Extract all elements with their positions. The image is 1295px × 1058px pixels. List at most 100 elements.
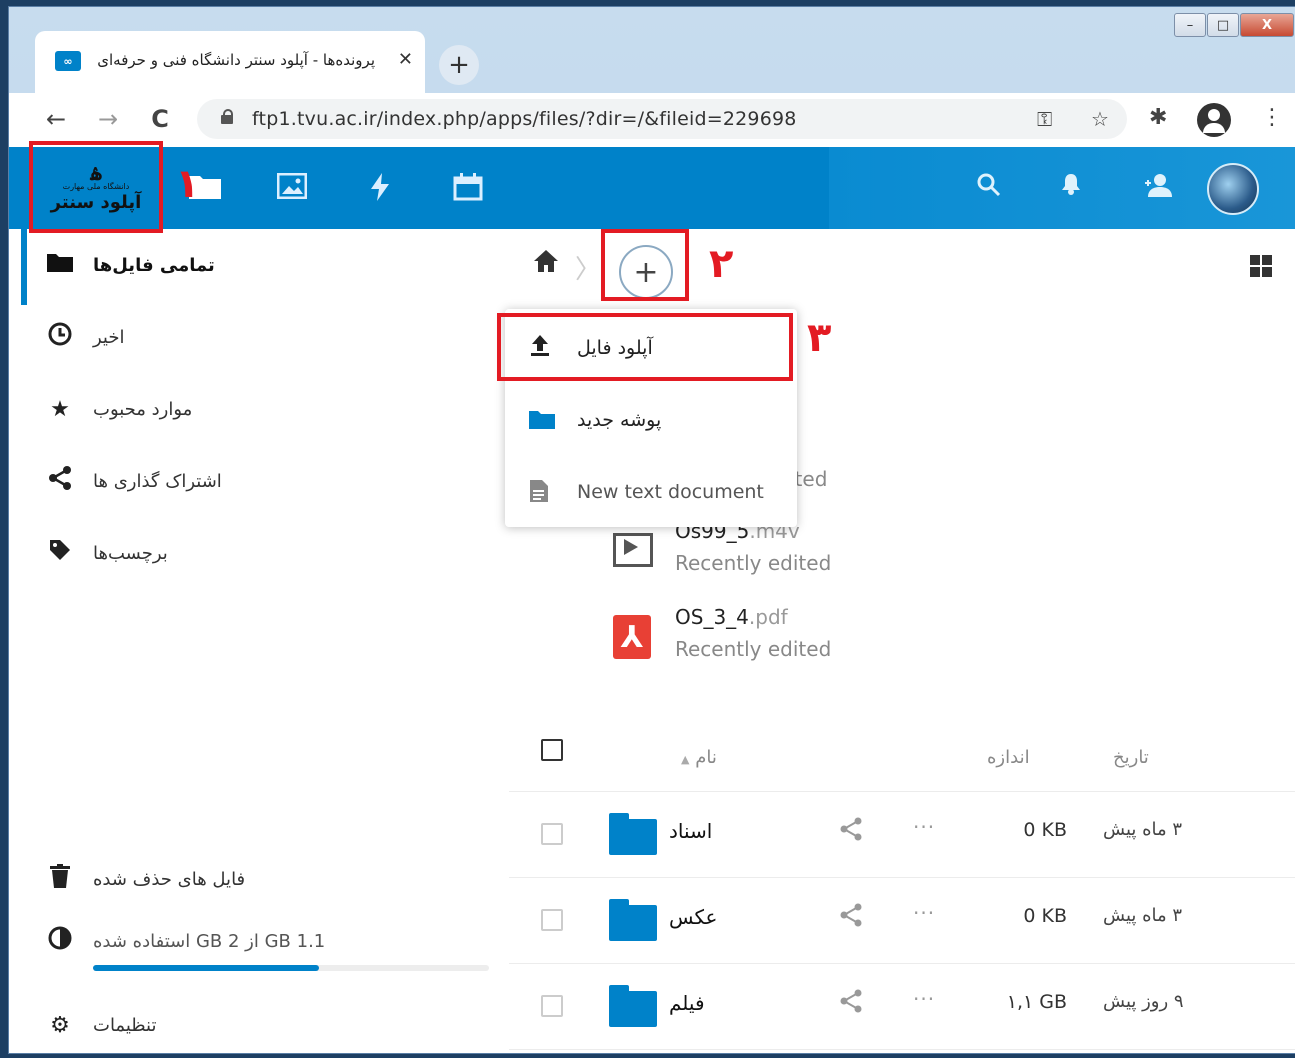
extensions-icon[interactable]: ✱ [1149, 105, 1167, 130]
annotation-box-1 [29, 141, 163, 233]
reload-button[interactable]: C [145, 105, 175, 133]
file-date: ۹ روز پیش [1103, 991, 1184, 1012]
share-icon [45, 466, 75, 496]
tag-icon [45, 538, 75, 568]
trash-icon [45, 864, 75, 894]
video-file-icon [609, 527, 653, 567]
quota-progress-fill [93, 965, 319, 971]
menu-item-label: New text document [577, 481, 764, 503]
column-date-header[interactable]: تاریخ [1113, 747, 1149, 768]
sidebar-navigation: تمامی فایل‌ها اخیر ★ موارد محبوب اشتراک … [9, 229, 510, 1053]
row-checkbox[interactable] [541, 823, 563, 845]
file-name[interactable]: اسناد [669, 819, 712, 843]
sidebar-item-recent[interactable]: اخیر [39, 317, 479, 357]
sidebar-item-quota: 1.1 GB از 2 GB استفاده شده [39, 921, 479, 961]
sidebar-item-label: اخیر [93, 326, 125, 348]
table-row[interactable]: عکس ··· 0 KB ۳ ماه پیش [509, 877, 1295, 964]
profile-icon[interactable] [1197, 103, 1231, 137]
lock-icon [221, 109, 233, 124]
grid-view-icon[interactable] [1250, 255, 1272, 277]
sidebar-item-settings[interactable]: ⚙ تنظیمات [39, 1005, 479, 1045]
bookmark-star-icon[interactable]: ☆ [1091, 107, 1109, 131]
recent-file-subtitle: Recently edited [675, 551, 832, 575]
tab-title: پرونده‌ها - آپلود سنتر دانشگاه فنی و حرف… [97, 51, 375, 69]
file-name[interactable]: عکس [669, 905, 717, 929]
sidebar-item-label: برچسب‌ها [93, 542, 168, 564]
browser-tab[interactable]: ∞ پرونده‌ها - آپلود سنتر دانشگاه فنی و ح… [35, 31, 425, 93]
sort-ascending-icon: ▲ [681, 753, 690, 766]
sidebar-item-favorites[interactable]: ★ موارد محبوب [39, 389, 479, 429]
active-indicator [21, 229, 27, 305]
maximize-button[interactable]: □ [1207, 13, 1239, 37]
clock-icon [45, 321, 75, 353]
share-icon[interactable] [839, 817, 863, 847]
minimize-button[interactable]: – [1174, 13, 1206, 37]
recent-file-name: OS_3_4 [675, 605, 749, 629]
close-window-button[interactable]: X [1240, 13, 1294, 37]
photos-app-icon[interactable] [276, 172, 308, 206]
search-icon[interactable] [977, 173, 1001, 203]
column-name-header[interactable]: نام ▲ [681, 747, 717, 768]
back-button[interactable]: ← [41, 105, 71, 133]
quota-label: 1.1 GB از 2 GB استفاده شده [93, 930, 326, 952]
select-all-checkbox[interactable] [541, 739, 563, 761]
share-icon[interactable] [839, 989, 863, 1019]
sidebar-item-shares[interactable]: اشتراک گذاری ها [39, 461, 479, 501]
annotation-box-3 [497, 313, 793, 381]
folder-icon [609, 985, 657, 1027]
file-date: ۳ ماه پیش [1103, 819, 1183, 840]
quota-pie-icon [45, 926, 75, 956]
share-icon[interactable] [839, 903, 863, 933]
table-row[interactable]: فیلم ··· ۱,۱ GB ۹ روز پیش [509, 963, 1295, 1050]
file-name[interactable]: فیلم [669, 991, 705, 1015]
contacts-icon[interactable] [1145, 173, 1173, 203]
browser-toolbar: ← → C ftp1.tvu.ac.ir/index.php/apps/file… [9, 93, 1295, 147]
tab-close-icon[interactable]: ✕ [398, 49, 413, 70]
sidebar-item-all-files[interactable]: تمامی فایل‌ها [39, 245, 479, 285]
app-header: ۿ دانشگاه ملی مهارت آپلود سنتر [9, 147, 1295, 229]
sidebar-item-label: اشتراک گذاری ها [93, 470, 222, 492]
activity-app-icon[interactable] [369, 173, 391, 208]
recent-file-pdf[interactable]: ⅄ OS_3_4.pdf Recently edited [609, 605, 1009, 675]
sidebar-item-label: فایل های حذف شده [93, 868, 246, 890]
gear-icon: ⚙ [50, 1012, 70, 1038]
sidebar-item-label: تمامی فایل‌ها [93, 254, 215, 276]
annotation-number-3: ۳ [807, 315, 832, 361]
calendar-app-icon[interactable] [453, 173, 483, 208]
more-options-icon[interactable]: ··· [913, 901, 935, 925]
breadcrumb-separator: 〉 [575, 255, 602, 285]
home-icon[interactable] [533, 249, 559, 279]
forward-button[interactable]: → [93, 105, 123, 133]
file-size: 0 KB [1023, 905, 1067, 927]
quota-progress-bar [93, 965, 489, 971]
menu-item-new-text-document[interactable]: New text document [505, 457, 797, 527]
folder-icon [609, 813, 657, 855]
key-icon[interactable]: ⚿ [1037, 107, 1052, 131]
annotation-number-2: ۲ [709, 241, 734, 287]
sidebar-item-label: تنظیمات [93, 1014, 157, 1036]
more-options-icon[interactable]: ··· [913, 987, 935, 1011]
user-avatar[interactable] [1207, 163, 1259, 215]
file-table-header: نام ▲ اندازه تاریخ [509, 727, 1295, 792]
browser-menu-icon[interactable]: ⋮ [1261, 105, 1283, 130]
address-bar[interactable]: ftp1.tvu.ac.ir/index.php/apps/files/?dir… [197, 99, 1127, 139]
row-checkbox[interactable] [541, 995, 563, 1017]
sidebar-item-label: موارد محبوب [93, 398, 193, 420]
sidebar-item-tags[interactable]: برچسب‌ها [39, 533, 479, 573]
window-controls: – □ X [1173, 13, 1294, 37]
menu-item-label: پوشه جدید [577, 409, 662, 431]
menu-item-new-folder[interactable]: پوشه جدید [505, 385, 797, 455]
url-text[interactable]: ftp1.tvu.ac.ir/index.php/apps/files/?dir… [252, 108, 797, 130]
row-checkbox[interactable] [541, 909, 563, 931]
folder-icon [529, 409, 555, 435]
column-size-header[interactable]: اندازه [987, 747, 1030, 768]
new-tab-button[interactable]: + [439, 45, 479, 85]
folder-icon [45, 252, 75, 278]
more-options-icon[interactable]: ··· [913, 815, 935, 839]
recent-file-subtitle: Recently edited [675, 637, 832, 661]
file-date: ۳ ماه پیش [1103, 905, 1183, 926]
sidebar-item-trash[interactable]: فایل های حذف شده [39, 859, 479, 899]
notifications-bell-icon[interactable] [1061, 173, 1081, 201]
table-row[interactable]: اسناد ··· 0 KB ۳ ماه پیش [509, 791, 1295, 878]
recent-file-video[interactable]: Os99_5.m4v Recently edited [609, 519, 1009, 589]
